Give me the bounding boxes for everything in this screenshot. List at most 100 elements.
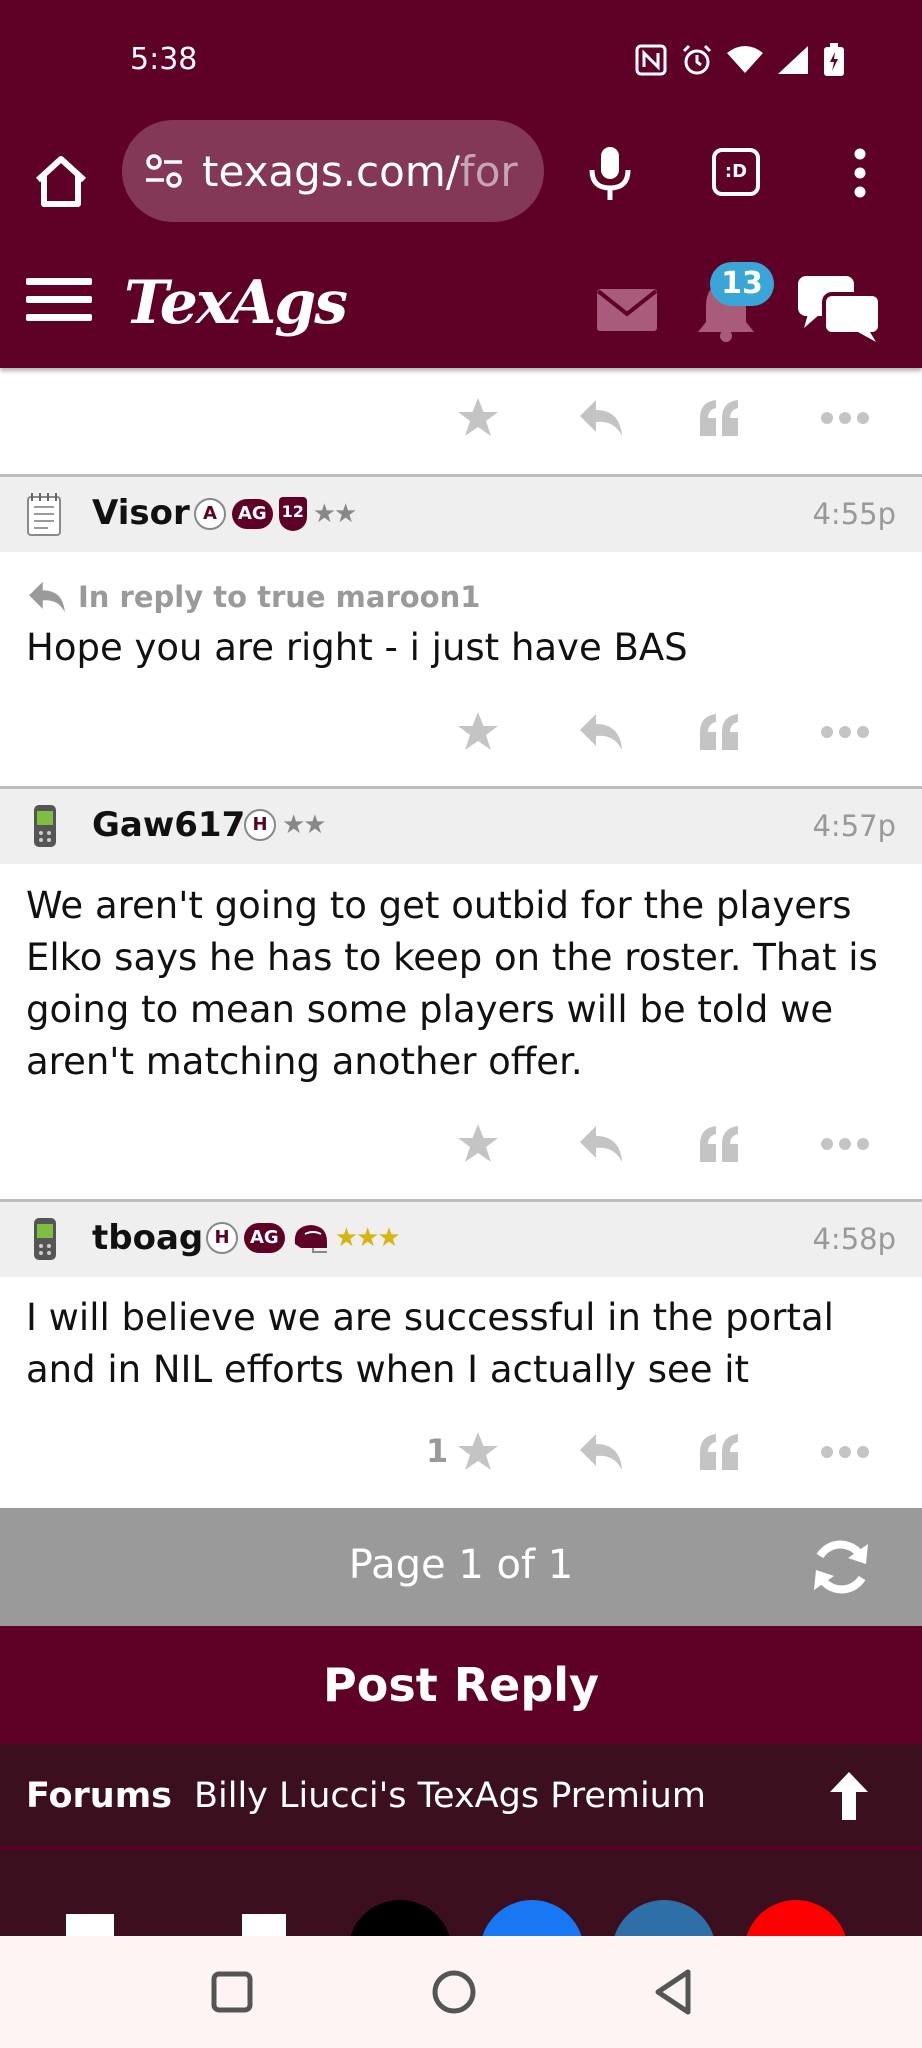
url-text: texags.com/for <box>202 146 518 196</box>
pagination-bar: Page 1 of 1 <box>0 1508 922 1626</box>
quote-icon <box>700 1434 738 1470</box>
badge-stars: ★★★ <box>334 1223 401 1253</box>
hamburger-menu-icon[interactable] <box>26 278 92 328</box>
address-bar[interactable]: texags.com/for <box>122 120 544 222</box>
home-icon <box>35 156 87 207</box>
wifi-icon <box>726 45 764 79</box>
notepad-icon <box>27 493 61 536</box>
site-settings-icon[interactable] <box>144 151 184 191</box>
browser-menu-button[interactable] <box>846 148 874 198</box>
reply-button[interactable] <box>578 396 624 440</box>
facebook-icon[interactable] <box>480 1900 584 1936</box>
helmet-icon <box>294 1225 327 1253</box>
reply-button[interactable] <box>578 1122 624 1166</box>
more-horiz-icon <box>821 1138 869 1150</box>
badge-a: A <box>194 498 226 530</box>
like-button[interactable] <box>456 710 500 754</box>
post-actions <box>0 1112 922 1172</box>
reply-icon <box>580 400 622 436</box>
post-actions <box>0 700 922 760</box>
reply-icon <box>580 1126 622 1162</box>
breadcrumb: Forums Billy Liucci's TexAgs Premium <box>0 1744 922 1850</box>
site-header: TexAgs 13 <box>0 252 922 368</box>
username[interactable]: Gaw617 <box>92 805 245 845</box>
microphone-icon <box>589 147 631 200</box>
post-body: Hope you are right - i just have BAS <box>26 626 688 669</box>
star-icon <box>458 712 498 750</box>
like-button[interactable] <box>456 1430 500 1474</box>
clock: 5:38 <box>130 42 198 77</box>
status-bar: 5:38 <box>0 0 922 120</box>
reply-to-link[interactable]: In reply to true maroon1 <box>26 580 480 614</box>
like-button[interactable] <box>456 396 500 440</box>
badge-h: H <box>206 1222 238 1254</box>
reply-icon <box>580 714 622 750</box>
status-icons <box>634 42 846 82</box>
post-body: I will believe we are successful in the … <box>26 1296 834 1391</box>
more-button[interactable] <box>820 396 870 440</box>
quote-button[interactable] <box>698 396 742 440</box>
post-reply-button[interactable]: Post Reply <box>0 1626 922 1744</box>
notification-count-badge[interactable]: 13 <box>710 262 774 306</box>
reply-to-text: In reply to true maroon1 <box>78 580 481 614</box>
alarm-icon <box>680 43 714 81</box>
voice-search-button[interactable] <box>586 144 634 202</box>
like-button[interactable] <box>456 1122 500 1166</box>
post-body: We aren't going to get outbid for the pl… <box>26 884 878 1083</box>
tab-switcher-button[interactable]: :D <box>712 148 760 196</box>
youtube-icon[interactable] <box>744 1900 848 1936</box>
system-navigation-bar <box>0 1936 922 2048</box>
badge-stars: ★★ <box>312 499 358 529</box>
post-time: 4:58p <box>812 1222 896 1256</box>
instagram-icon[interactable] <box>612 1900 716 1936</box>
more-button[interactable] <box>820 1122 870 1166</box>
post-header: tboag H AG ★★★ 4:58p <box>0 1199 922 1277</box>
reply-icon <box>580 1434 622 1470</box>
recents-icon[interactable] <box>206 1966 258 2018</box>
breadcrumb-forums[interactable]: Forums <box>26 1776 172 1816</box>
badge-12th-man: 12 <box>278 497 307 531</box>
post-actions <box>0 386 922 446</box>
star-icon <box>458 1124 498 1162</box>
more-button[interactable] <box>820 1430 870 1474</box>
badge-ag: AG <box>244 1223 285 1253</box>
more-horiz-icon <box>821 1446 869 1458</box>
badge-ag: AG <box>232 499 273 529</box>
breadcrumb-current-forum[interactable]: Billy Liucci's TexAgs Premium <box>194 1776 706 1816</box>
more-button[interactable] <box>820 710 870 754</box>
refresh-icon[interactable] <box>808 1536 874 1598</box>
footer-logo <box>66 1914 286 1936</box>
texags-logo[interactable]: TexAgs <box>124 268 348 338</box>
chat-icon[interactable] <box>796 274 882 344</box>
back-icon[interactable] <box>648 1966 700 2018</box>
home-nav-icon[interactable] <box>428 1966 480 2018</box>
post-header: Gaw617 H ★★ 4:57p <box>0 786 922 864</box>
arrow-up-icon[interactable] <box>826 1770 872 1822</box>
more-horiz-icon <box>821 412 869 424</box>
quote-icon <box>700 714 738 750</box>
post-header: Visor A AG 12 ★★ 4:55p <box>0 474 922 552</box>
page-indicator[interactable]: Page 1 of 1 <box>0 1542 922 1588</box>
like-count: 1 <box>426 1432 449 1470</box>
more-horiz-icon <box>821 726 869 738</box>
star-icon <box>458 398 498 436</box>
more-vert-icon <box>854 148 866 198</box>
badge-h: H <box>244 809 276 841</box>
reply-button[interactable] <box>578 710 624 754</box>
signal-icon <box>776 44 810 80</box>
username[interactable]: Visor <box>92 493 190 533</box>
username[interactable]: tboag <box>92 1218 203 1258</box>
quote-button[interactable] <box>698 1430 742 1474</box>
reply-icon <box>29 581 65 613</box>
home-button[interactable] <box>30 150 92 212</box>
quote-button[interactable] <box>698 710 742 754</box>
mail-icon[interactable] <box>596 288 658 332</box>
x-social-icon[interactable] <box>348 1900 452 1936</box>
footer <box>0 1850 922 1936</box>
user-badges: H ★★ <box>244 809 327 841</box>
post-time: 4:55p <box>812 497 896 531</box>
phone-icon <box>34 805 56 847</box>
user-badges: A AG 12 ★★ <box>194 497 358 531</box>
quote-button[interactable] <box>698 1122 742 1166</box>
reply-button[interactable] <box>578 1430 624 1474</box>
